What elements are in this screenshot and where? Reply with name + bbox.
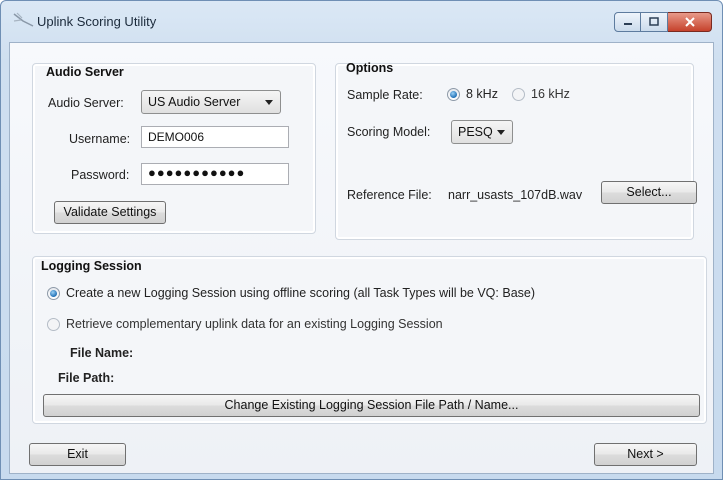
audio-server-group: Audio Server Audio Server: US Audio Serv… [32,63,316,234]
audio-server-dropdown[interactable]: US Audio Server [141,90,281,114]
radio-selected-icon [47,286,60,300]
scoring-model-dropdown[interactable]: PESQ [451,120,513,144]
create-logging-session-label: Create a new Logging Session using offli… [66,286,536,300]
window-controls [614,12,712,32]
sample-rate-8khz-radio[interactable]: 8 kHz [447,87,498,101]
scoring-model-value: PESQ [458,125,493,139]
app-logo-icon [13,12,35,28]
dialog-body: Audio Server Audio Server: US Audio Serv… [9,42,714,474]
maximize-button[interactable] [641,12,668,32]
radio-unselected-icon [47,317,60,331]
validate-settings-button[interactable]: Validate Settings [54,201,166,224]
sample-rate-8khz-label: 8 kHz [466,87,498,101]
sample-rate-label: Sample Rate: [347,88,423,102]
app-window: Uplink Scoring Utility Audio Server Audi… [0,0,723,480]
reference-file-value: narr_usasts_107dB.wav [448,188,583,202]
title-bar[interactable]: Uplink Scoring Utility [1,1,722,41]
change-file-path-button[interactable]: Change Existing Logging Session File Pat… [43,394,700,417]
options-group: Options Sample Rate: 8 kHz 16 kHz Scorin… [335,61,697,240]
minimize-icon [623,23,632,25]
chevron-down-icon [265,100,273,105]
audio-server-value: US Audio Server [148,95,241,109]
logging-session-group-title: Logging Session [41,259,142,273]
select-reference-file-button[interactable]: Select... [601,181,697,204]
sample-rate-16khz-label: 16 kHz [531,87,570,101]
radio-selected-icon [447,87,460,101]
retrieve-uplink-data-radio[interactable]: Retrieve complementary uplink data for a… [47,317,443,331]
logging-session-group: Logging Session Create a new Logging Ses… [32,256,707,424]
options-group-title: Options [346,61,394,75]
file-path-label: File Path: [58,371,115,385]
minimize-button[interactable] [614,12,641,32]
close-icon [684,17,695,27]
chevron-down-icon [497,130,505,135]
retrieve-uplink-data-label: Retrieve complementary uplink data for a… [66,317,443,331]
audio-server-label: Audio Server: [48,96,124,110]
exit-button[interactable]: Exit [29,443,126,466]
audio-server-group-title: Audio Server [46,65,124,79]
username-label: Username: [69,132,131,146]
close-button[interactable] [668,12,712,32]
next-button[interactable]: Next > [594,443,697,466]
scoring-model-label: Scoring Model: [347,125,431,139]
sample-rate-16khz-radio[interactable]: 16 kHz [512,87,570,101]
maximize-icon [649,17,659,26]
username-field[interactable]: DEMO006 [141,126,289,148]
password-field[interactable]: ●●●●●●●●●●● [141,163,289,185]
radio-unselected-icon [512,87,525,101]
password-label: Password: [71,168,130,182]
file-name-label: File Name: [70,346,134,360]
create-logging-session-radio[interactable]: Create a new Logging Session using offli… [47,286,535,300]
window-title: Uplink Scoring Utility [37,14,157,29]
reference-file-label: Reference File: [347,188,432,202]
